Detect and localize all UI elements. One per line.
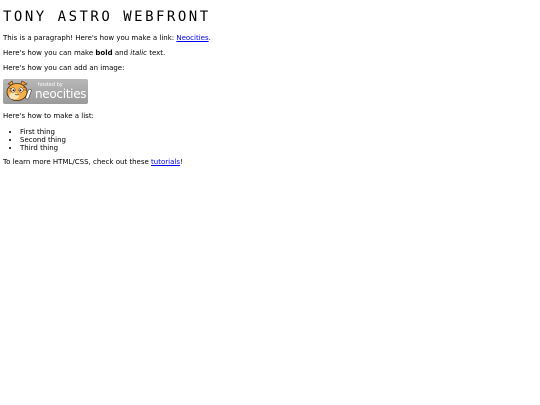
tutorials-link[interactable]: tutorials — [151, 158, 180, 166]
paragraph-end: . — [208, 34, 211, 42]
italic-text: italic — [130, 49, 147, 57]
list-item: Third thing — [20, 144, 537, 152]
bold-text: bold — [95, 49, 113, 57]
formatting-paragraph: Here's how you can make bold and italic … — [3, 49, 537, 58]
formatting-text-middle: and — [112, 49, 131, 57]
neocities-link[interactable]: Neocities — [176, 34, 208, 42]
list-item: First thing — [20, 128, 537, 136]
formatting-text-start: Here's how you can make — [3, 49, 96, 57]
list-item: Second thing — [20, 136, 537, 144]
page-title: TONY ASTRO WEBFRONT — [3, 9, 211, 25]
page-body: TONY ASTRO WEBFRONT This is a paragraph!… — [0, 0, 540, 405]
paragraph-text: This is a paragraph! Here's how you make… — [3, 34, 177, 42]
hosted-by-neocities-badge[interactable]: hosted by neocities — [3, 79, 88, 104]
badge-neocities-text: neocities — [35, 87, 87, 101]
paragraph-with-link: This is a paragraph! Here's how you make… — [3, 34, 537, 43]
learn-more-text: To learn more HTML/CSS, check out these — [3, 158, 152, 166]
neocities-cat-icon — [6, 80, 32, 101]
learn-more-paragraph: To learn more HTML/CSS, check out these … — [3, 158, 537, 167]
list-intro: Here's how to make a list: — [3, 112, 94, 120]
image-intro: Here's how you can add an image: — [3, 64, 125, 72]
learn-more-end: ! — [179, 158, 183, 166]
example-list: First thing Second thing Third thing — [3, 128, 537, 152]
formatting-text-end: text. — [146, 49, 166, 57]
